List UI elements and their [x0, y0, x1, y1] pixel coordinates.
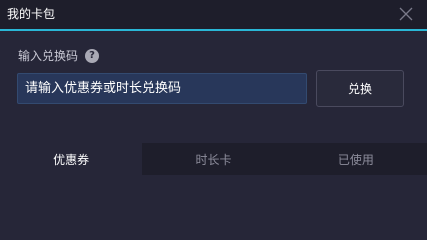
close-icon[interactable]	[399, 6, 413, 21]
tab-bar: 优惠券 时长卡 已使用	[0, 143, 427, 175]
redeem-code-input[interactable]	[17, 73, 307, 104]
redeem-label-row: 输入兑换码 ?	[18, 48, 100, 64]
tab-time-cards[interactable]: 时长卡	[142, 143, 284, 175]
question-circle-icon[interactable]: ?	[85, 49, 100, 63]
redeem-code-label: 输入兑换码	[18, 49, 79, 63]
tab-used[interactable]: 已使用	[285, 143, 427, 175]
title-bar: 我的卡包	[0, 0, 427, 31]
tab-coupons[interactable]: 优惠券	[0, 143, 143, 175]
redeem-button[interactable]: 兑换	[316, 70, 404, 107]
window-title: 我的卡包	[7, 7, 56, 21]
